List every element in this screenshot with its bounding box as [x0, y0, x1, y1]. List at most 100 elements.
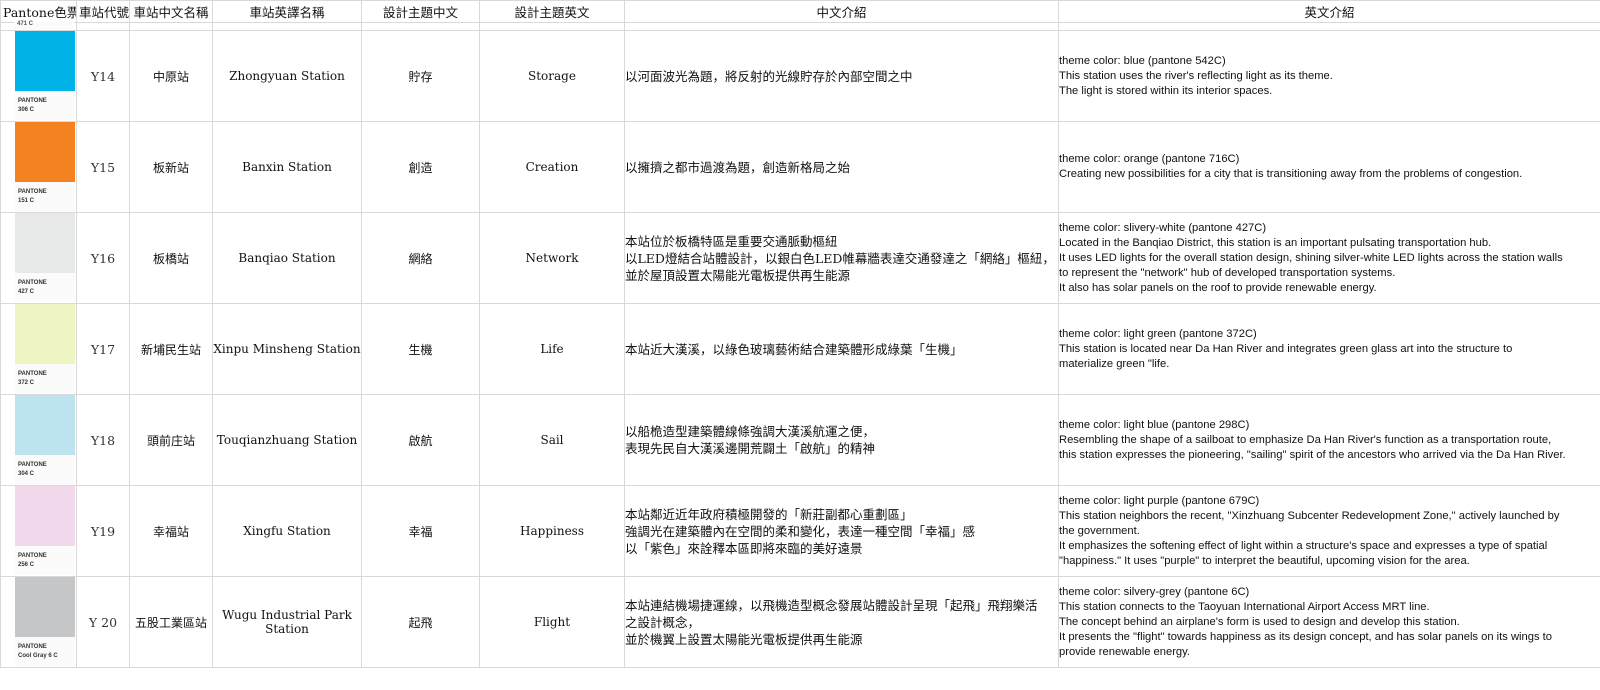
swatch-brand-label: PANTONE	[18, 553, 47, 559]
station-name-en: Banqiao Station	[212, 212, 362, 304]
header-theme-en: 設計主題英文	[479, 0, 625, 23]
description-en-line: theme color: orange (pantone 716C)	[1059, 153, 1240, 165]
description-zh-line: 並於機翼上設置太陽能光電板提供再生能源	[625, 631, 863, 647]
description-en-line: theme color: light purple (pantone 679C)	[1059, 494, 1260, 507]
description-zh: 本站連結機場捷運線，以飛機造型概念發展站體設計呈現「起飛」飛翔樂活 之設計概念，並…	[624, 576, 1059, 668]
description-en-line: provide renewable energy.	[1059, 645, 1191, 658]
swatch-code-label: 306 C	[18, 107, 35, 113]
description-zh-line: 以擁擠之都市過渡為題，創造新格局之始	[625, 159, 851, 175]
description-en-line: It also has solar panels on the roof to …	[1059, 281, 1377, 294]
description-en: theme color: slivery-white (pantone 427C…	[1058, 212, 1600, 304]
description-en-line: The concept behind an airplane's form is…	[1059, 615, 1460, 628]
station-name-en: Xinpu Minsheng Station	[212, 303, 362, 395]
description-zh-line: 以船桅造型建築體線條強調大漢溪航運之便，	[625, 424, 876, 439]
description-en-line: Located in the Banqiao District, this st…	[1059, 236, 1492, 249]
description-en-line: It uses LED lights for the overall stati…	[1059, 251, 1563, 264]
swatch-brand-label: PANTONE	[18, 98, 47, 104]
theme-zh: 起飛	[361, 576, 480, 668]
pantone-swatch-cell: PANTONE 427 C	[0, 212, 77, 304]
theme-zh: 貯存	[361, 30, 480, 122]
station-code: Y14	[76, 30, 130, 122]
description-en-line: This station connects to the Taoyuan Int…	[1059, 600, 1430, 613]
station-name-en: Wugu Industrial Park Station	[212, 576, 362, 668]
pantone-swatch-cell: PANTONE 151 C	[0, 121, 77, 213]
description-zh-line: 表現先民自大漢溪邊開荒闢土「啟航」的精神	[625, 441, 876, 456]
station-name-zh: 板橋站	[129, 212, 213, 304]
description-zh: 以船桅造型建築體線條強調大漢溪航運之便， 表現先民自大漢溪邊開荒闢土「啟航」的精神	[624, 394, 1059, 486]
theme-zh: 幸福	[361, 485, 480, 577]
table-row: PANTONE 304 C Y18 頭前庄站 Touqianzhuang Station…	[0, 394, 1600, 486]
theme-en: Creation	[479, 121, 625, 213]
swatch-code-label: 256 C	[18, 562, 35, 568]
partial-swatch-card: 471 C	[14, 21, 74, 29]
description-en-line: This station neighbors the recent, "Xinz…	[1059, 509, 1560, 522]
station-table: Pantone色票 車站代號 車站中文名稱 車站英譯名稱 設計主題中文 設計主題…	[0, 0, 1600, 668]
header-name-zh: 車站中文名稱	[129, 0, 213, 23]
swatch-brand-label: PANTONE	[18, 189, 47, 195]
station-name-zh: 新埔民生站	[129, 303, 213, 395]
swatch-code-label: 151 C	[18, 198, 35, 204]
description-zh-line: 之設計概念，	[625, 614, 701, 630]
station-name-en: Touqianzhuang Station	[212, 394, 362, 486]
description-zh-line: 以河面波光為題，將反射的光線貯存於內部空間之中	[625, 68, 913, 84]
pantone-swatch-cell: PANTONE 306 C	[0, 30, 77, 122]
header-theme-zh: 設計主題中文	[361, 0, 480, 23]
description-en-line: theme color: light green (pantone 372C)	[1059, 327, 1257, 340]
station-code: Y16	[76, 212, 130, 304]
station-name-zh: 頭前庄站	[129, 394, 213, 486]
description-zh: 本站近大漢溪，以綠色玻璃藝術結合建築體形成綠葉「生機」	[624, 303, 1059, 395]
station-code: Y 20	[76, 576, 130, 668]
station-name-en: Xingfu Station	[212, 485, 362, 577]
header-code: 車站代號	[76, 0, 130, 23]
theme-en: Storage	[479, 30, 625, 122]
description-en-line: This station is located near Da Han Rive…	[1059, 342, 1513, 355]
swatch-brand-label: PANTONE	[18, 644, 47, 650]
description-zh-line: 本站連結機場捷運線，以飛機造型概念發展站體設計呈現「起飛」飛翔樂活	[625, 597, 1038, 613]
station-code: Y19	[76, 485, 130, 577]
description-en: theme color: light purple (pantone 679C)…	[1058, 485, 1600, 577]
station-name-zh: 幸福站	[129, 485, 213, 577]
theme-zh: 網絡	[361, 212, 480, 304]
theme-zh: 啟航	[361, 394, 480, 486]
table-row: PANTONE 306 C Y14 中原站 Zhongyuan Station 貯存 Sto…	[0, 30, 1600, 122]
table-row: PANTONE Cool Gray 6 C Y 20 五股工業區站 Wugu Indus…	[0, 576, 1600, 668]
swatch-brand-label: PANTONE	[18, 280, 47, 286]
table-row: PANTONE 427 C Y16 板橋站 Banqiao Station 網絡 Netwo…	[0, 212, 1600, 304]
description-en-line: It presents the "flight" towards happine…	[1059, 630, 1553, 643]
swatch-color-block	[15, 486, 75, 546]
theme-en: Sail	[479, 394, 625, 486]
description-zh-line: 以LED燈結合站體設計，以銀白色LED帷幕牆表達交通發達之「網絡」樞紐，	[625, 250, 1055, 266]
header-name-en: 車站英譯名稱	[212, 0, 362, 23]
pantone-swatch-cell: PANTONE 372 C	[0, 303, 77, 395]
swatch-brand-label: PANTONE	[18, 371, 47, 377]
swatch-color-block	[15, 304, 75, 364]
pantone-swatch-card: PANTONE 151 C	[15, 122, 75, 211]
header-pantone: Pantone色票	[0, 0, 77, 23]
theme-zh: 生機	[361, 303, 480, 395]
description-en-line: theme color: blue (pantone 542C)	[1059, 54, 1226, 67]
swatch-color-block	[15, 31, 75, 91]
pantone-swatch-cell: PANTONE Cool Gray 6 C	[0, 576, 77, 668]
description-zh-line: 並於屋頂設置太陽能光電板提供再生能源	[625, 267, 851, 283]
description-zh: 以河面波光為題，將反射的光線貯存於內部空間之中	[624, 30, 1059, 122]
description-en-line: theme color: slivery-white (pantone 427C…	[1059, 221, 1267, 234]
spreadsheet: Pantone色票 車站代號 車站中文名稱 車站英譯名稱 設計主題中文 設計主題…	[0, 0, 1600, 690]
swatch-code-label: Cool Gray 6 C	[18, 653, 58, 659]
description-zh: 本站位於板橋特區是重要交通脈動樞紐 以LED燈結合站體設計，以銀白色LED帷幕牆表…	[624, 212, 1059, 304]
description-en-line: "happiness." It uses "purple" to interpr…	[1059, 554, 1470, 567]
pantone-swatch-card: PANTONE 306 C	[15, 31, 75, 120]
description-en-line: this station expresses the pioneering, "…	[1059, 448, 1566, 461]
pantone-swatch-card: PANTONE 372 C	[15, 304, 75, 393]
header-row: Pantone色票 車站代號 車站中文名稱 車站英譯名稱 設計主題中文 設計主題…	[0, 0, 1600, 23]
description-zh: 以擁擠之都市過渡為題，創造新格局之始	[624, 121, 1059, 213]
partial-swatch-code: 471 C	[17, 21, 34, 27]
description-en: theme color: silvery-grey (pantone 6C) Th…	[1058, 576, 1600, 668]
description-en-line: It emphasizes the softening effect of li…	[1059, 539, 1548, 552]
description-en: theme color: blue (pantone 542C) This sta…	[1058, 30, 1600, 122]
description-en-line: Creating new possibilities for a city th…	[1059, 168, 1523, 180]
header-desc-zh: 中文介紹	[624, 0, 1059, 23]
station-name-en: Zhongyuan Station	[212, 30, 362, 122]
swatch-brand-label: PANTONE	[18, 462, 47, 468]
description-en-line: Resembling the shape of a sailboat to em…	[1059, 433, 1552, 446]
description-en: theme color: light green (pantone 372C) T…	[1058, 303, 1600, 395]
